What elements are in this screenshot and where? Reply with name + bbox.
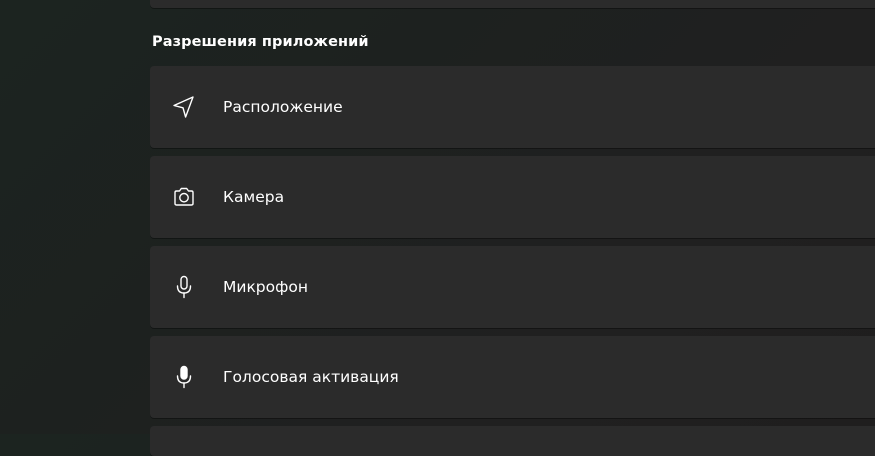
microphone-icon (170, 273, 198, 301)
setting-row-microphone[interactable]: Микрофон (150, 246, 875, 328)
setting-label-microphone: Микрофон (223, 278, 309, 296)
next-setting-card[interactable] (150, 426, 875, 456)
camera-icon (170, 183, 198, 211)
previous-setting-card[interactable] (150, 0, 875, 8)
setting-row-location[interactable]: Расположение (150, 66, 875, 148)
voice-activation-icon (170, 363, 198, 391)
section-title-app-permissions: Разрешения приложений (152, 34, 369, 50)
settings-content: Разрешения приложений Расположение Камер… (150, 0, 875, 456)
setting-row-camera[interactable]: Камера (150, 156, 875, 238)
setting-label-camera: Камера (223, 188, 285, 206)
setting-row-voice-activation[interactable]: Голосовая активация (150, 336, 875, 418)
location-arrow-icon (170, 93, 198, 121)
setting-label-location: Расположение (223, 98, 343, 116)
setting-label-voice-activation: Голосовая активация (223, 368, 399, 386)
